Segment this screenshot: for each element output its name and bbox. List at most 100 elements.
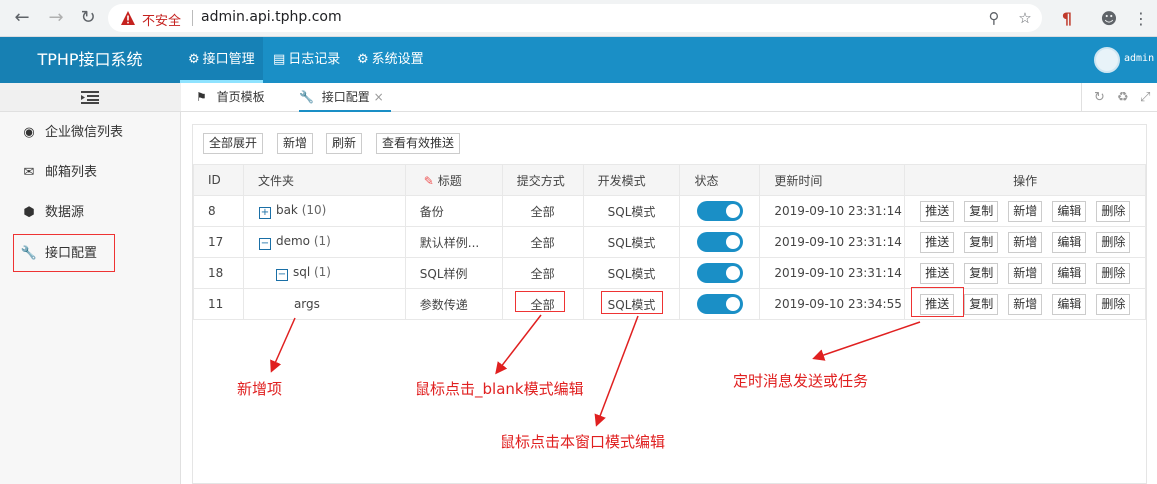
reload-icon[interactable]: ↻ <box>78 8 98 28</box>
cell-title[interactable]: SQL样例 <box>404 257 503 289</box>
nav-interface-management[interactable]: ⚙ 接口管理 <box>180 37 263 83</box>
edit-button[interactable]: 编辑 <box>1052 200 1087 222</box>
table-row: 18 − sql (1) SQL样例 全部 SQL模式 2019-09-10 23… <box>193 257 1146 289</box>
sidebar-item-label: 数据源 <box>45 205 85 220</box>
view-valid-push-button[interactable]: 查看有效推送 <box>376 133 461 154</box>
cell-title[interactable]: 默认样例... <box>404 226 503 258</box>
add-row-button[interactable]: 新增 <box>1008 231 1043 253</box>
address-bar[interactable]: 不安全 admin.api.tphp.com ⚲ ☆ <box>108 4 1042 32</box>
col-header-status[interactable]: 状态 <box>679 164 761 196</box>
push-button[interactable]: 推送 <box>920 231 955 253</box>
nav-log-records[interactable]: ▤ 日志记录 <box>265 37 348 83</box>
cell-title[interactable]: 参数传递 <box>404 288 503 320</box>
cell-submit[interactable]: 全部 <box>501 195 584 227</box>
close-icon[interactable]: × <box>374 90 384 104</box>
nav-system-settings[interactable]: ⚙ 系统设置 <box>349 37 432 83</box>
col-header-label: 标题 <box>437 173 462 188</box>
edit-button[interactable]: 编辑 <box>1052 262 1087 284</box>
key-icon[interactable]: ⚲ <box>985 9 1003 27</box>
menu-dots-icon[interactable]: ⋮ <box>1130 8 1152 30</box>
delete-button[interactable]: 删除 <box>1096 293 1131 315</box>
cell-id: 11 <box>193 288 244 320</box>
profile-icon[interactable]: ☻ <box>1098 8 1120 30</box>
copy-button[interactable]: 复制 <box>964 200 999 222</box>
sidebar-toggle[interactable] <box>0 83 181 112</box>
folder-count: (10) <box>301 203 327 217</box>
brand-title[interactable]: TPHP接口系统 <box>0 37 180 83</box>
delete-button[interactable]: 删除 <box>1096 262 1131 284</box>
add-row-button[interactable]: 新增 <box>1008 200 1043 222</box>
browser-toolbar: ← → ↻ 不安全 admin.api.tphp.com ⚲ ☆ ¶ ☻ ⋮ <box>0 0 1157 37</box>
copy-button[interactable]: 复制 <box>964 293 999 315</box>
folder-name: args <box>293 297 320 311</box>
folder-count: (1) <box>313 234 331 248</box>
edit-button[interactable]: 编辑 <box>1052 293 1087 315</box>
cell-folder[interactable]: args <box>242 288 406 320</box>
cell-actions: 推送 复制 新增 编辑 删除 <box>904 195 1146 227</box>
col-header-mode[interactable]: 开发模式 <box>582 164 681 196</box>
refresh-button[interactable]: 刷新 <box>326 133 363 154</box>
fullscreen-icon[interactable]: ⤢ <box>1140 90 1150 105</box>
cell-id: 17 <box>193 226 244 258</box>
forward-arrow-icon[interactable]: → <box>46 8 66 28</box>
col-header-updated[interactable]: 更新时间 <box>759 164 906 196</box>
delete-button[interactable]: 删除 <box>1096 231 1131 253</box>
tab-home-template[interactable]: ⚑ 首页模板 <box>196 83 276 112</box>
url-text[interactable]: admin.api.tphp.com <box>201 9 342 25</box>
tab-interface-config[interactable]: 🔧 接口配置 × <box>299 83 391 112</box>
sidebar: ◉ 企业微信列表 ✉ 邮箱列表 ⬢ 数据源 🔧 接口配置 <box>0 83 181 484</box>
sidebar-item-datasource[interactable]: ⬢ 数据源 <box>0 193 181 233</box>
wechat-icon: ◉ <box>23 125 35 140</box>
add-row-button[interactable]: 新增 <box>1008 293 1043 315</box>
cell-submit[interactable]: 全部 <box>501 257 584 289</box>
add-button[interactable]: 新增 <box>277 133 314 154</box>
tab-label: 接口配置 <box>321 90 370 104</box>
add-row-button[interactable]: 新增 <box>1008 262 1043 284</box>
cell-status <box>679 226 761 258</box>
cell-title[interactable]: 备份 <box>404 195 503 227</box>
flag-icon: ⚑ <box>196 90 207 104</box>
collapse-icon[interactable]: − <box>275 269 288 281</box>
expand-icon[interactable]: + <box>258 207 271 219</box>
user-name[interactable]: admin <box>1124 53 1154 64</box>
status-toggle[interactable] <box>696 263 743 283</box>
sidebar-item-wechat[interactable]: ◉ 企业微信列表 <box>0 113 181 153</box>
cell-mode[interactable]: SQL模式 <box>582 226 681 258</box>
cell-mode[interactable]: SQL模式 <box>582 195 681 227</box>
status-toggle[interactable] <box>696 201 743 221</box>
cell-folder[interactable]: − sql (1) <box>242 257 406 289</box>
pencil-icon: ✎ <box>423 173 434 188</box>
copy-button[interactable]: 复制 <box>964 262 999 284</box>
cell-updated: 2019-09-10 23:31:14 <box>759 195 906 227</box>
collapse-icon[interactable]: − <box>258 238 271 250</box>
extension-icon[interactable]: ¶ <box>1056 8 1078 30</box>
edit-button[interactable]: 编辑 <box>1052 231 1087 253</box>
push-highlight-box <box>911 287 964 317</box>
col-header-id[interactable]: ID <box>193 164 244 196</box>
avatar[interactable] <box>1094 47 1120 73</box>
cell-folder[interactable]: + bak (10) <box>242 195 406 227</box>
gears-icon: ⚙ <box>188 52 200 67</box>
sidebar-item-label: 接口配置 <box>45 246 98 261</box>
expand-all-button[interactable]: 全部展开 <box>203 133 264 154</box>
status-toggle[interactable] <box>696 232 743 252</box>
recycle-icon[interactable]: ♻ <box>1117 90 1129 105</box>
sidebar-item-mailbox[interactable]: ✉ 邮箱列表 <box>0 153 181 193</box>
sidebar-item-interface-config[interactable]: 🔧 接口配置 <box>0 234 181 274</box>
star-icon[interactable]: ☆ <box>1016 9 1034 27</box>
col-header-folder[interactable]: 文件夹 <box>242 164 406 196</box>
back-arrow-icon[interactable]: ← <box>12 8 32 28</box>
refresh-icon[interactable]: ↻ <box>1094 90 1105 105</box>
col-header-submit[interactable]: 提交方式 <box>501 164 584 196</box>
push-button[interactable]: 推送 <box>920 200 955 222</box>
status-toggle[interactable] <box>696 294 743 314</box>
delete-button[interactable]: 删除 <box>1096 200 1131 222</box>
annotation-blank-edit: 鼠标点击_blank模式编辑 <box>415 380 584 398</box>
cell-folder[interactable]: − demo (1) <box>242 226 406 258</box>
cell-mode[interactable]: SQL模式 <box>582 257 681 289</box>
col-header-title[interactable]: ✎ 标题 <box>404 164 503 196</box>
push-button[interactable]: 推送 <box>920 262 955 284</box>
cell-submit[interactable]: 全部 <box>501 226 584 258</box>
nav-label: 接口管理 <box>202 52 255 67</box>
copy-button[interactable]: 复制 <box>964 231 999 253</box>
